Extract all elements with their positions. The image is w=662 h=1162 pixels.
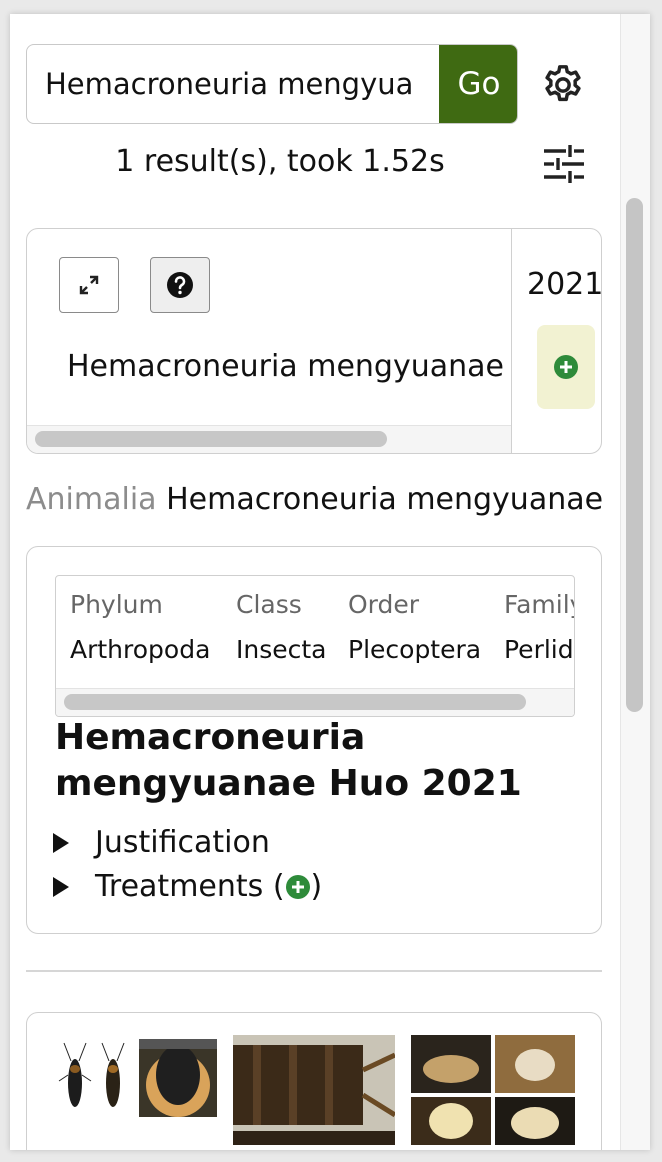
taxonomy-header: Class [236,590,302,619]
images-card [26,1012,602,1150]
disclosure-triangle-icon [53,832,69,853]
add-circle-icon [554,355,578,379]
taxonomy-header: Family [504,590,574,619]
taxonomy-horizontal-scrollbar-thumb[interactable] [64,694,526,710]
expand-button[interactable] [59,257,119,313]
taxon-title: Hemacroneuria mengyuanae Huo 2021 [55,717,522,804]
abdomen-thumbnail[interactable] [233,1035,395,1145]
result-year: 2021 [527,267,602,302]
result-card: Hemacroneuria mengyuanae 2021 [26,228,602,454]
gear-icon[interactable] [540,62,586,108]
expand-icon [79,275,99,295]
disclosure-triangle-icon [53,876,69,897]
breadcrumb-species: Hemacroneuria mengyuanae [166,482,604,517]
help-icon [167,272,193,298]
genitalia-thumbnail[interactable] [411,1035,575,1145]
justification-toggle[interactable]: Justification [53,825,270,860]
result-name[interactable]: Hemacroneuria mengyuanae [67,349,504,384]
taxonomy-column-family: Family Perlid [504,590,574,664]
vertical-scrollbar-thumb[interactable] [626,198,643,712]
taxonomy-value[interactable]: Insecta [236,635,327,664]
breadcrumb: Animalia Hemacroneuria mengyuanae [26,482,603,517]
column-divider [511,229,512,453]
taxonomy-value[interactable]: Arthropoda [70,635,210,664]
specimen-thumbnail[interactable] [51,1035,217,1119]
search-input[interactable] [27,45,439,123]
breadcrumb-kingdom[interactable]: Animalia [26,482,157,517]
search-box: Go [26,44,518,124]
filter-sliders-icon[interactable] [542,144,586,184]
taxonomy-column-class: Class Insecta [236,590,327,664]
treatments-suffix: ) [310,869,323,904]
go-button[interactable]: Go [439,45,517,123]
taxonomy-column-phylum: Phylum Arthropoda [70,590,210,664]
taxonomy-column-order: Order Plecoptera [348,590,481,664]
app-window: Go 1 result(s), took 1.52s [10,14,650,1150]
justification-label: Justification [95,825,270,860]
treatments-toggle[interactable]: Treatments ( ) [53,869,322,904]
taxonomy-header: Order [348,590,420,619]
section-divider [26,970,602,972]
horizontal-scrollbar-thumb[interactable] [35,431,387,447]
treatments-label: Treatments ( [95,869,285,904]
taxonomy-table: Phylum Arthropoda Class Insecta Order Pl… [55,575,575,717]
taxonomy-value[interactable]: Plecoptera [348,635,481,664]
taxon-card: Phylum Arthropoda Class Insecta Order Pl… [26,546,602,934]
add-button[interactable] [537,325,595,409]
results-summary: 1 result(s), took 1.52s [115,144,445,179]
add-circle-icon[interactable] [285,874,311,900]
help-button[interactable] [150,257,210,313]
taxonomy-value[interactable]: Perlid [504,635,574,664]
taxonomy-header: Phylum [70,590,163,619]
